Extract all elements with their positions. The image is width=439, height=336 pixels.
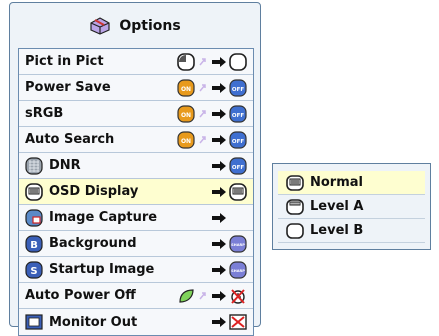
menu-item-srgb[interactable]: sRGB ON OFF <box>19 101 253 127</box>
menu-item-label: Auto Search <box>25 132 115 147</box>
off-badge-icon: OFF <box>229 105 247 123</box>
options-list: Pict in Pict Power Save ON OFF sRGB ON O… <box>18 48 254 336</box>
arrow-right-icon <box>212 57 226 67</box>
options-menu: Options Pict in Pict Power Save ON OFF s… <box>9 2 261 336</box>
background-icon: B <box>25 234 43 253</box>
state-indicator: ON OFF <box>177 78 247 98</box>
on-badge-text: ON <box>181 112 191 119</box>
monitor-out-icon <box>25 314 43 330</box>
on-badge-icon: ON <box>177 79 195 97</box>
state-indicator <box>211 312 247 332</box>
menu-item-label: sRGB <box>25 106 64 121</box>
ghost-arrow-icon <box>199 292 206 300</box>
leaf-icon <box>179 289 194 303</box>
osd-option-label: Level B <box>310 223 364 238</box>
menu-item-auto-power-off[interactable]: Auto Power Off <box>19 283 253 309</box>
monitor-disabled-icon <box>229 314 247 330</box>
menu-item-label: Background <box>49 236 137 251</box>
osd-options-list: Normal Level A Level B <box>278 171 425 243</box>
menu-title: Options <box>10 11 260 41</box>
menu-title-text: Options <box>119 18 181 34</box>
on-badge-text: ON <box>181 138 191 145</box>
osd-level-b-icon <box>286 222 304 239</box>
arrow-right-icon <box>212 265 226 275</box>
menu-item-osd-display[interactable]: OSD Display <box>19 179 253 205</box>
svg-text:S: S <box>30 266 37 277</box>
osd-level-a-icon <box>286 198 304 215</box>
state-indicator <box>177 286 247 306</box>
off-badge-text: OFF <box>232 113 244 119</box>
ghost-arrow-icon <box>199 110 206 118</box>
off-badge-text: OFF <box>232 165 244 171</box>
osd-option-level-a[interactable]: Level A <box>278 195 425 219</box>
osd-icon <box>229 183 247 201</box>
osd-option-label: Level A <box>310 199 364 214</box>
arrow-right-icon <box>212 317 226 327</box>
ghost-arrow-icon <box>199 84 206 92</box>
arrow-right-icon <box>212 187 226 197</box>
arrow-right-icon <box>212 135 226 145</box>
dnr-icon <box>25 156 43 175</box>
sharp-badge-text: SHARP <box>231 269 245 273</box>
pip-on-icon <box>229 53 247 71</box>
arrow-right-icon <box>212 109 226 119</box>
timer-off-icon <box>231 289 245 304</box>
osd-option-normal[interactable]: Normal <box>278 171 425 195</box>
off-badge-text: OFF <box>232 139 244 145</box>
off-badge-icon: OFF <box>229 157 247 175</box>
sharp-badge-icon: SHARP <box>229 235 247 253</box>
menu-item-label: OSD Display <box>49 184 139 199</box>
menu-item-monitor-out[interactable]: Monitor Out <box>19 309 253 335</box>
osd-option-label: Normal <box>310 175 363 190</box>
options-icon <box>90 17 110 35</box>
menu-item-label: Image Capture <box>49 210 158 225</box>
ghost-arrow-icon <box>199 136 206 144</box>
state-indicator: ON OFF <box>177 130 247 150</box>
state-indicator: OFF <box>211 156 247 176</box>
arrow-right-icon <box>212 213 226 223</box>
off-badge-icon: OFF <box>229 131 247 149</box>
state-indicator: ON OFF <box>177 104 247 124</box>
startup-image-icon: S <box>25 260 43 279</box>
osd-display-submenu: Normal Level A Level B <box>272 163 431 250</box>
state-indicator: SHARP <box>211 260 247 280</box>
on-badge-text: ON <box>181 86 191 93</box>
menu-item-startup-image[interactable]: S Startup Image SHARP <box>19 257 253 283</box>
state-indicator <box>211 208 227 228</box>
on-badge-icon: ON <box>177 105 195 123</box>
menu-item-label: DNR <box>49 158 81 173</box>
arrow-right-icon <box>212 83 226 93</box>
menu-item-label: Monitor Out <box>49 314 138 330</box>
osd-normal-icon <box>286 174 304 191</box>
menu-item-label: Auto Power Off <box>25 288 136 303</box>
menu-item-label: Startup Image <box>49 262 155 277</box>
off-badge-icon: OFF <box>229 79 247 97</box>
state-indicator <box>177 52 247 72</box>
menu-item-image-capture[interactable]: Image Capture <box>19 205 253 231</box>
menu-item-dnr[interactable]: DNR OFF <box>19 153 253 179</box>
on-badge-icon: ON <box>177 131 195 149</box>
pip-off-icon <box>177 53 195 71</box>
arrow-right-icon <box>212 239 226 249</box>
off-badge-text: OFF <box>232 87 244 93</box>
menu-item-background[interactable]: B Background SHARP <box>19 231 253 257</box>
sharp-badge-icon: SHARP <box>229 261 247 279</box>
menu-item-label: Power Save <box>25 80 111 95</box>
osd-option-level-b[interactable]: Level B <box>278 219 425 243</box>
svg-text:B: B <box>30 240 38 251</box>
menu-item-label: Pict in Pict <box>25 54 104 69</box>
ghost-arrow-icon <box>199 58 206 66</box>
image-capture-icon <box>25 208 43 227</box>
osd-icon <box>25 182 43 201</box>
state-indicator: SHARP <box>211 234 247 254</box>
arrow-right-icon <box>212 161 226 171</box>
menu-item-power-save[interactable]: Power Save ON OFF <box>19 75 253 101</box>
menu-item-auto-search[interactable]: Auto Search ON OFF <box>19 127 253 153</box>
arrow-right-icon <box>212 291 226 301</box>
state-indicator <box>211 182 247 202</box>
menu-item-pict-in-pict[interactable]: Pict in Pict <box>19 49 253 75</box>
sharp-badge-text: SHARP <box>231 243 245 247</box>
